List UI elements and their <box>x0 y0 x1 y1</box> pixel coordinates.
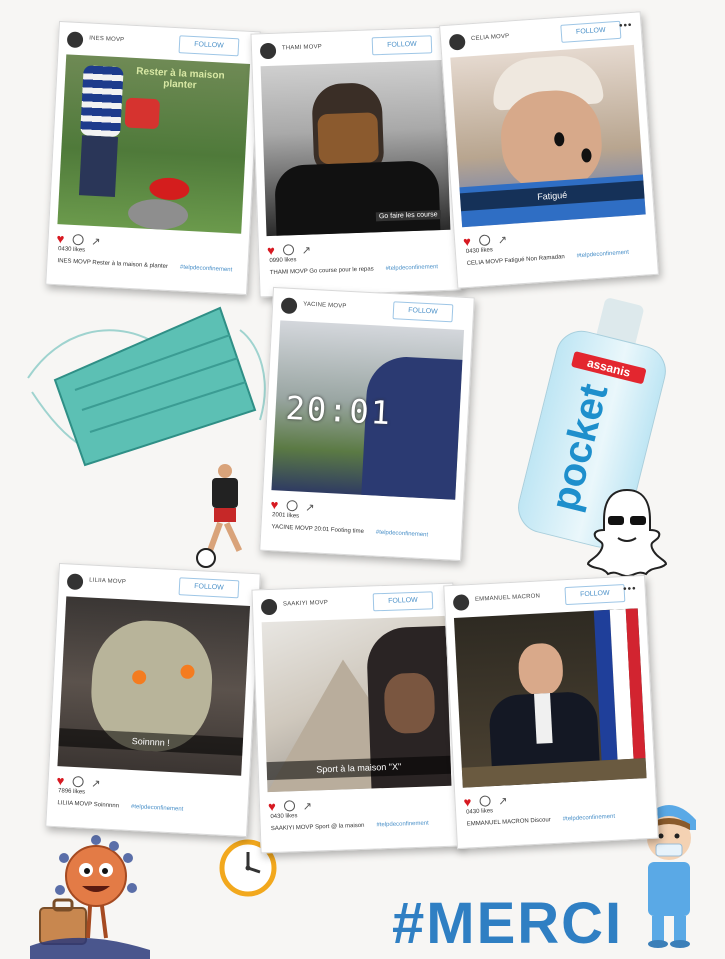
post-liliia: LILIIA MOVP FOLLOW Soinnnn ! ♥ ↗ 7896 like… <box>45 562 261 838</box>
post-caption: EMMANUEL MACRON Discour <box>466 817 551 828</box>
avatar <box>66 573 84 591</box>
comment-icon[interactable] <box>283 800 295 812</box>
follow-button[interactable]: FOLLOW <box>564 583 626 606</box>
post-emmanuel-macron: EMMANUEL MACRON FOLLOW ••• ♥ ↗ 0430 likes E… <box>443 574 659 850</box>
like-heart-icon[interactable]: ♥ <box>463 794 471 809</box>
post-hashtag[interactable]: #telpdeconfinement <box>131 804 184 813</box>
like-heart-icon[interactable]: ♥ <box>267 243 275 258</box>
post-hashtag[interactable]: #telpdeconfinement <box>376 530 429 539</box>
follow-button[interactable]: FOLLOW <box>560 20 622 43</box>
face-mask-sticker <box>27 306 266 467</box>
post-caption: CELIA MOVP Fatigué Non Ramadan <box>466 254 566 268</box>
avatar <box>452 594 470 611</box>
follow-button[interactable]: FOLLOW <box>392 301 454 323</box>
virus-character-sticker <box>30 835 150 959</box>
follow-button[interactable]: FOLLOW <box>178 35 240 57</box>
like-heart-icon[interactable]: ♥ <box>56 773 64 788</box>
avatar <box>280 297 298 315</box>
post-username: SAAKIYI MOVP <box>282 599 329 608</box>
avatar <box>259 42 277 60</box>
comment-icon[interactable] <box>479 795 491 808</box>
comment-icon[interactable] <box>282 244 294 256</box>
post-username: YACINE MOVP <box>303 301 347 310</box>
like-heart-icon[interactable]: ♥ <box>56 231 64 246</box>
footballer-sticker <box>188 462 268 572</box>
post-username: LILIIA MOVP <box>89 577 127 586</box>
likes-count: 7896 likes <box>57 788 86 796</box>
photo-overlay-text: Soinnnn ! <box>58 728 244 756</box>
like-heart-icon[interactable]: ♥ <box>463 234 472 250</box>
post-caption: YACINE MOVP 20:01 Footing time <box>271 524 364 535</box>
share-icon[interactable]: ↗ <box>91 236 101 248</box>
like-heart-icon[interactable]: ♥ <box>268 799 276 814</box>
merci-hashtag: #MERCI <box>392 891 624 956</box>
post-yacine: YACINE MOVP FOLLOW 20:01 ♥ ↗ 2001 likes YA… <box>259 286 475 562</box>
comment-icon[interactable] <box>478 234 491 247</box>
post-photo: Go faire les course <box>260 59 451 237</box>
share-icon[interactable]: ↗ <box>498 795 508 807</box>
share-icon[interactable]: ↗ <box>91 778 101 790</box>
post-photo: Sport à la maison "X" <box>261 615 452 793</box>
avatar <box>66 31 84 49</box>
post-celia: CELIA MOVP FOLLOW ••• Fatigué ♥ ↗ 0430 like… <box>439 11 659 289</box>
comment-icon[interactable] <box>72 234 84 246</box>
post-caption: SAAKIYI MOVP Sport @ la maison <box>270 822 365 833</box>
post-username: INES MOVP <box>89 35 125 44</box>
post-caption: THAMI MOVP Go course pour le repas <box>269 266 374 277</box>
photo-overlay-text: 20:01 <box>284 388 393 433</box>
avatar <box>448 33 466 51</box>
share-icon[interactable]: ↗ <box>302 245 312 257</box>
comment-icon[interactable] <box>286 500 298 512</box>
post-thami: THAMI MOVP FOLLOW Go faire les course ♥ ↗ … <box>250 26 462 298</box>
post-username: EMMANUEL MACRON <box>474 593 541 603</box>
likes-count: 0430 likes <box>465 247 494 256</box>
post-photo: 20:01 <box>271 320 465 500</box>
post-photo: Rester à la maison planter <box>57 54 251 234</box>
post-username: THAMI MOVP <box>281 44 323 52</box>
more-options-icon[interactable]: ••• <box>619 19 633 34</box>
post-username: CELIA MOVP <box>470 33 510 43</box>
post-hashtag[interactable]: #telpdeconfinement <box>376 821 429 829</box>
post-ines: INES MOVP FOLLOW Rester à la maison plant… <box>45 20 261 296</box>
share-icon[interactable]: ↗ <box>498 234 508 247</box>
more-options-icon[interactable]: ••• <box>623 582 637 597</box>
avatar <box>260 598 278 616</box>
likes-count: 0430 likes <box>57 246 86 254</box>
photo-overlay-text: Rester à la maison planter <box>136 66 225 92</box>
post-saakiyi: SAAKIYI MOVP FOLLOW Sport à la maison "X"… <box>251 582 463 854</box>
post-hashtag[interactable]: #telpdeconfinement <box>386 264 439 272</box>
follow-button[interactable]: FOLLOW <box>371 35 433 56</box>
snapchat-ghost-icon <box>586 488 668 578</box>
share-icon[interactable]: ↗ <box>305 502 315 514</box>
likes-count: 0430 likes <box>270 813 298 821</box>
post-hashtag[interactable]: #telpdeconfinement <box>577 250 630 260</box>
share-icon[interactable]: ↗ <box>303 801 313 813</box>
post-hashtag[interactable]: #telpdeconfinement <box>563 814 616 823</box>
likes-count: 0990 likes <box>269 257 297 265</box>
post-photo: Fatigué <box>450 44 646 228</box>
post-photo: Soinnnn ! <box>57 596 251 776</box>
follow-button[interactable]: FOLLOW <box>372 591 434 612</box>
like-heart-icon[interactable]: ♥ <box>270 497 278 512</box>
follow-button[interactable]: FOLLOW <box>178 577 240 599</box>
post-hashtag[interactable]: #telpdeconfinement <box>180 265 233 274</box>
post-photo <box>453 608 647 788</box>
post-caption: INES MOVP Rester à la maison & planter <box>57 258 169 270</box>
likes-count: 0430 likes <box>465 808 494 816</box>
comment-icon[interactable] <box>72 776 84 788</box>
post-caption: LILIIA MOVP Soinnnnn <box>57 800 120 810</box>
likes-count: 2001 likes <box>271 512 300 520</box>
